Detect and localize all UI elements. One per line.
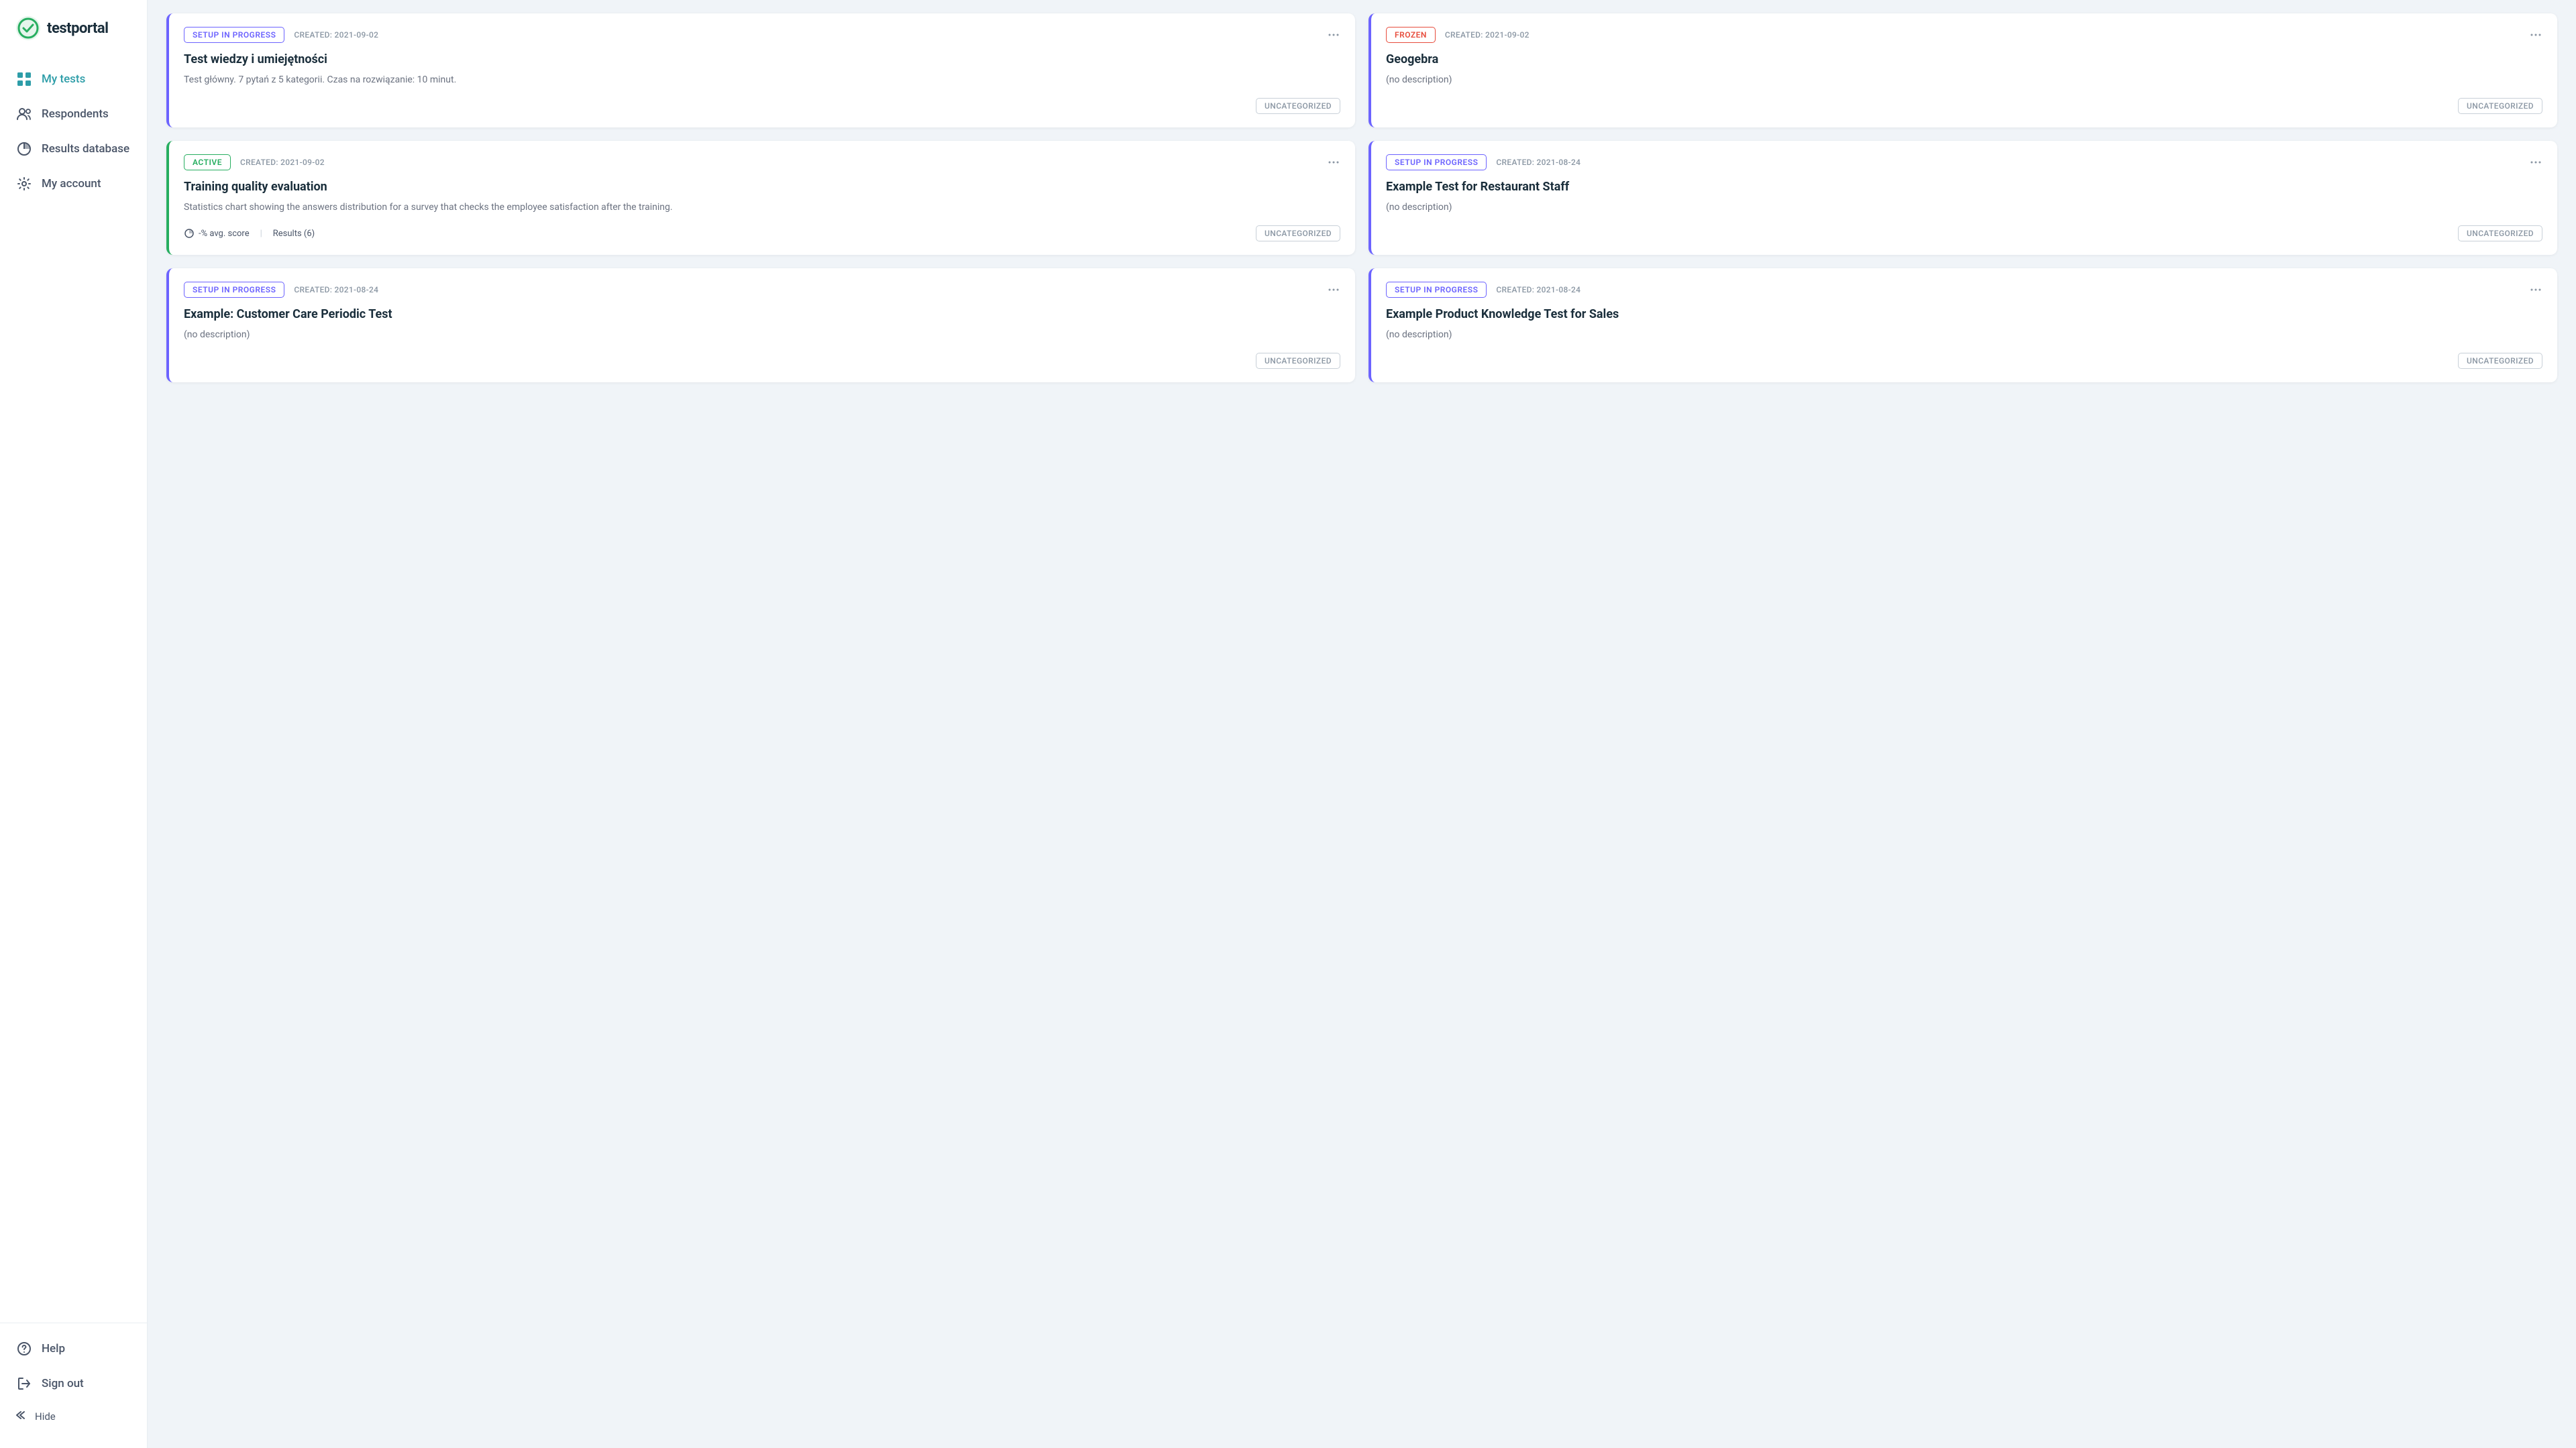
grid-icon [16,71,32,87]
card-stats: -% avg. score | Results (6) [184,228,315,239]
more-options-button[interactable] [2529,28,2542,42]
category-badge: UNCATEGORIZED [2458,225,2542,241]
created-date: CREATED: 2021-09-02 [240,158,325,167]
card-card-1[interactable]: SETUP IN PROGRESS CREATED: 2021-09-02 Te… [166,13,1355,127]
card-header: SETUP IN PROGRESS CREATED: 2021-08-24 [184,282,1340,298]
signout-icon [16,1376,32,1392]
card-footer: UNCATEGORIZED [184,98,1340,114]
chevron-left-icon [16,1409,28,1424]
card-title: Example Product Knowledge Test for Sales [1386,307,2542,321]
brand-name: testportal [47,20,109,37]
card-title: Example: Customer Care Periodic Test [184,307,1340,321]
created-date: CREATED: 2021-09-02 [294,30,378,40]
nav-menu: My tests Respondents [0,62,147,1432]
results-count: Results (6) [273,229,315,239]
more-options-button[interactable] [1327,156,1340,169]
more-options-button[interactable] [1327,28,1340,42]
status-badge: ACTIVE [184,154,231,170]
cards-grid: SETUP IN PROGRESS CREATED: 2021-09-02 Te… [166,13,2557,382]
card-card-6[interactable]: SETUP IN PROGRESS CREATED: 2021-08-24 Ex… [1368,268,2557,382]
more-options-button[interactable] [1327,283,1340,296]
card-title: Example Test for Restaurant Staff [1386,180,2542,194]
sidebar-item-label-my-tests: My tests [42,72,85,86]
sidebar-hide-toggle[interactable]: Hide [0,1401,147,1432]
avg-score-value: -% avg. score [199,229,250,239]
created-date: CREATED: 2021-08-24 [294,285,378,294]
category-badge: UNCATEGORIZED [1256,353,1340,369]
card-header: ACTIVE CREATED: 2021-09-02 [184,154,1340,170]
status-badge: FROZEN [1386,27,1436,43]
card-header: SETUP IN PROGRESS CREATED: 2021-08-24 [1386,282,2542,298]
more-options-button[interactable] [2529,283,2542,296]
logo-area: testportal [0,16,147,62]
sidebar-item-label-respondents: Respondents [42,107,109,121]
nav-bottom: Help Sign out [0,1323,147,1432]
card-header: FROZEN CREATED: 2021-09-02 [1386,27,2542,43]
category-badge: UNCATEGORIZED [1256,98,1340,114]
chart-icon [16,141,32,157]
main-content: SETUP IN PROGRESS CREATED: 2021-09-02 Te… [148,0,2576,1448]
card-header: SETUP IN PROGRESS CREATED: 2021-09-02 [184,27,1340,43]
category-badge: UNCATEGORIZED [1256,225,1340,241]
card-description: (no description) [184,328,1340,342]
score-icon [184,228,195,239]
sidebar-item-label-sign-out: Sign out [42,1377,84,1390]
people-icon [16,106,32,122]
card-card-3[interactable]: ACTIVE CREATED: 2021-09-02 Training qual… [166,141,1355,255]
card-description: (no description) [1386,328,2542,342]
card-card-5[interactable]: SETUP IN PROGRESS CREATED: 2021-08-24 Ex… [166,268,1355,382]
more-options-button[interactable] [2529,156,2542,169]
card-footer: UNCATEGORIZED [1386,98,2542,114]
status-badge: SETUP IN PROGRESS [1386,282,1487,298]
logo-icon [16,16,40,40]
sidebar-item-label-help: Help [42,1342,65,1355]
card-description: (no description) [1386,73,2542,87]
card-title: Test wiedzy i umiejętności [184,52,1340,66]
sidebar-item-my-tests[interactable]: My tests [0,62,147,97]
created-date: CREATED: 2021-09-02 [1445,30,1529,40]
status-badge: SETUP IN PROGRESS [184,27,284,43]
card-title: Training quality evaluation [184,180,1340,194]
status-badge: SETUP IN PROGRESS [1386,154,1487,170]
sidebar-item-respondents[interactable]: Respondents [0,97,147,131]
sidebar-item-label-results-database: Results database [42,142,129,156]
card-description: Statistics chart showing the answers dis… [184,201,1340,215]
sidebar-item-results-database[interactable]: Results database [0,131,147,166]
gear-icon [16,176,32,192]
sidebar: testportal My tests [0,0,148,1448]
card-description: Test główny. 7 pytań z 5 kategorii. Czas… [184,73,1340,87]
separator: | [260,229,262,239]
status-badge: SETUP IN PROGRESS [184,282,284,298]
sidebar-item-label-my-account: My account [42,177,101,190]
avg-score-stat: -% avg. score [184,228,250,239]
card-card-2[interactable]: FROZEN CREATED: 2021-09-02 Geogebra (no … [1368,13,2557,127]
card-footer: UNCATEGORIZED [184,353,1340,369]
card-title: Geogebra [1386,52,2542,66]
created-date: CREATED: 2021-08-24 [1496,285,1580,294]
sidebar-item-my-account[interactable]: My account [0,166,147,201]
card-footer: UNCATEGORIZED [1386,353,2542,369]
card-footer: -% avg. score | Results (6) UNCATEGORIZE… [184,225,1340,241]
help-icon [16,1341,32,1357]
card-footer: UNCATEGORIZED [1386,225,2542,241]
card-header: SETUP IN PROGRESS CREATED: 2021-08-24 [1386,154,2542,170]
category-badge: UNCATEGORIZED [2458,98,2542,114]
sidebar-item-sign-out[interactable]: Sign out [0,1366,147,1401]
card-description: (no description) [1386,201,2542,215]
category-badge: UNCATEGORIZED [2458,353,2542,369]
created-date: CREATED: 2021-08-24 [1496,158,1580,167]
card-card-4[interactable]: SETUP IN PROGRESS CREATED: 2021-08-24 Ex… [1368,141,2557,255]
sidebar-item-help[interactable]: Help [0,1331,147,1366]
hide-label: Hide [35,1410,56,1423]
